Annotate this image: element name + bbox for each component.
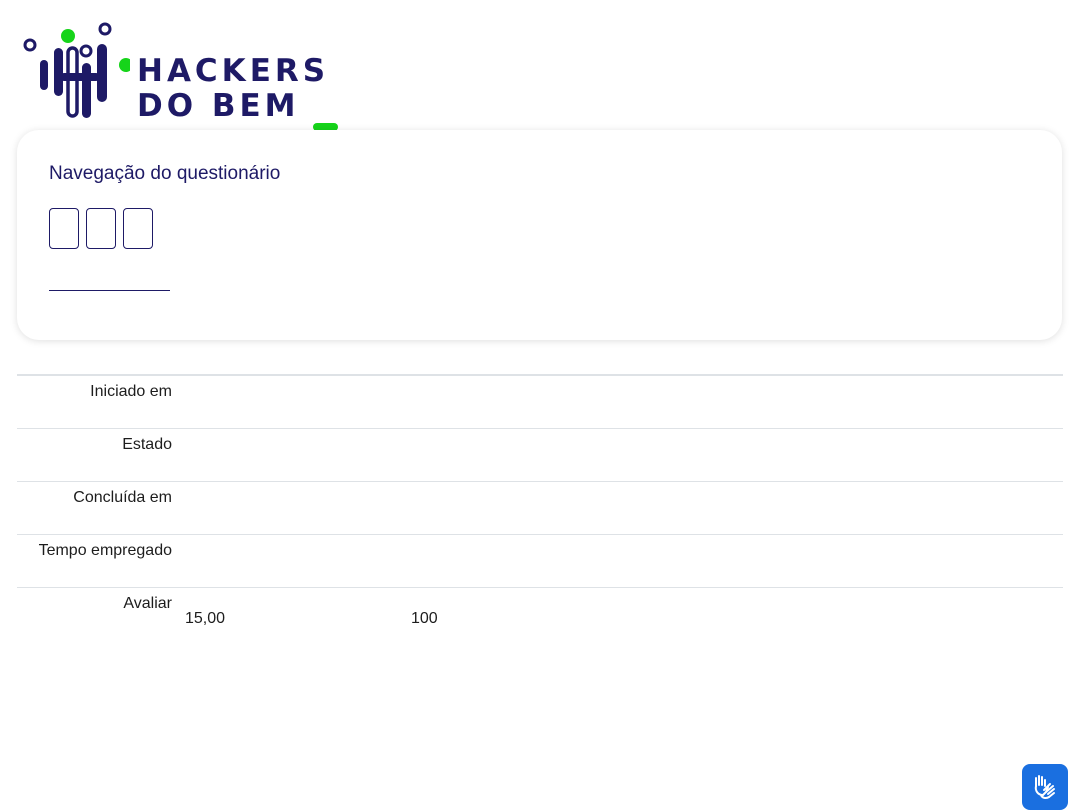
attempt-summary-table: Iniciado em Estado Concluída em Tempo em… xyxy=(17,374,1063,640)
accessibility-widget-button[interactable] xyxy=(1022,764,1068,810)
sign-language-hands-icon xyxy=(1034,775,1055,800)
grade-value: 15,00 100 xyxy=(172,587,1063,640)
grade-max: 100 xyxy=(411,609,438,627)
started-on-label: Iniciado em xyxy=(90,383,172,400)
logo-text-hackers: HACKERS xyxy=(137,53,330,89)
table-row: Estado xyxy=(17,428,1063,481)
table-row: Tempo empregado xyxy=(17,534,1063,587)
question-buttons xyxy=(49,208,153,249)
question-3-button[interactable] xyxy=(123,208,153,249)
quiz-navigation-title: Navegação do questionário xyxy=(49,163,281,184)
completed-on-label: Concluída em xyxy=(73,488,172,506)
time-taken-label: Tempo empregado xyxy=(38,541,172,559)
question-2-button[interactable] xyxy=(86,208,116,249)
completed-on-value xyxy=(172,481,1063,534)
question-1-button[interactable] xyxy=(49,208,79,249)
site-logo[interactable]: HACKERS DO BEM xyxy=(20,18,360,136)
started-on-value xyxy=(172,375,1063,428)
state-label: Estado xyxy=(122,435,172,453)
hackers-logo-icon xyxy=(23,22,130,118)
finish-review-link[interactable] xyxy=(49,270,170,291)
quiz-navigation-card: Navegação do questionário xyxy=(17,130,1062,340)
grade-label: Avaliar xyxy=(123,594,172,612)
table-row: Concluída em xyxy=(17,481,1063,534)
grade-score: 15,00 xyxy=(185,609,226,627)
logo-text-do-bem: DO BEM xyxy=(137,88,300,124)
table-row: Avaliar 15,00 100 xyxy=(17,587,1063,640)
table-row: Iniciado em xyxy=(17,375,1063,428)
time-taken-value xyxy=(172,534,1063,587)
state-value xyxy=(172,428,1063,481)
